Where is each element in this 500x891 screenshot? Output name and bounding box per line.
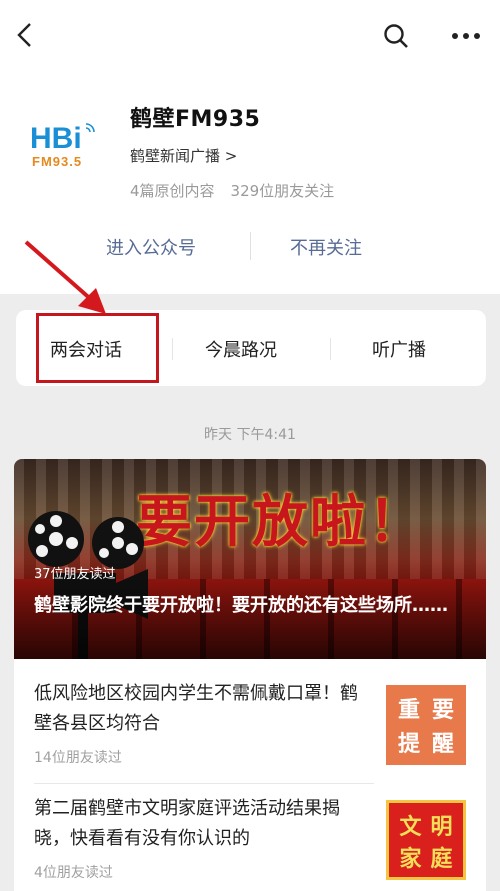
thumb-char: 要 (431, 697, 454, 723)
article-card: 要开放啦！ 37位朋友读过 鹤壁影院终于要开放啦！要开放的还有这些场所…… 低风… (14, 459, 486, 891)
cover-title-text: 要开放啦！ (136, 490, 426, 555)
article-thumbnail: 文 明 家 庭 (386, 800, 466, 880)
actions-divider (250, 232, 251, 260)
more-dots-icon[interactable] (448, 22, 484, 50)
thumb-char: 庭 (430, 846, 453, 872)
thumb-char: 提 (397, 731, 420, 757)
article-read-count: 4位朋友读过 (34, 865, 113, 881)
logo-frequency: FM93.5 (32, 154, 82, 169)
article-title: 低风险地区校园内学生不需佩戴口罩！鹤壁各县区均符合 (34, 683, 358, 734)
account-logo: HBi FM93.5 (28, 120, 100, 170)
back-chevron-icon[interactable] (10, 20, 40, 50)
item-divider (34, 783, 374, 784)
pointer-arrow-icon (24, 240, 106, 314)
logo-text: HBi (30, 122, 82, 155)
account-subtitle-link[interactable]: 鹤壁新闻广播 > (130, 145, 237, 166)
thumb-char: 重 (397, 697, 420, 723)
thumb-char: 家 (399, 846, 422, 872)
article-item[interactable]: 低风险地区校园内学生不需佩戴口罩！鹤壁各县区均符合 14位朋友读过 重 要 提 … (14, 677, 486, 787)
menu-divider (330, 338, 331, 360)
message-timestamp: 昨天 下午4:41 (204, 427, 296, 443)
cover-read-count: 37位朋友读过 (34, 567, 116, 582)
menu-item-traffic[interactable]: 今晨路况 (205, 336, 277, 362)
thumb-char: 明 (430, 814, 453, 840)
cover-article[interactable]: 要开放啦！ 37位朋友读过 鹤壁影院终于要开放啦！要开放的还有这些场所…… (14, 459, 486, 659)
account-name: 鹤壁FM935 (130, 107, 261, 132)
article-title: 第二届鹤壁市文明家庭评选活动结果揭晓，快看看有没有你认识的 (34, 798, 340, 849)
account-stats: 4篇原创内容 329位朋友关注 (130, 180, 334, 201)
menu-divider (172, 338, 173, 360)
menu-item-radio[interactable]: 听广播 (372, 336, 426, 362)
cover-article-title: 鹤壁影院终于要开放啦！要开放的还有这些场所…… (34, 595, 448, 616)
thumb-char: 文 (399, 814, 422, 840)
follower-count: 329位朋友关注 (230, 182, 335, 200)
article-item[interactable]: 第二届鹤壁市文明家庭评选活动结果揭晓，快看看有没有你认识的 4位朋友读过 文 明… (14, 792, 486, 891)
article-thumbnail: 重 要 提 醒 (386, 685, 466, 765)
article-read-count: 14位朋友读过 (34, 750, 122, 766)
thumb-char: 醒 (431, 731, 454, 757)
search-icon[interactable] (380, 20, 412, 52)
unfollow-button[interactable]: 不再关注 (290, 234, 362, 260)
original-count: 4篇原创内容 (130, 182, 215, 200)
